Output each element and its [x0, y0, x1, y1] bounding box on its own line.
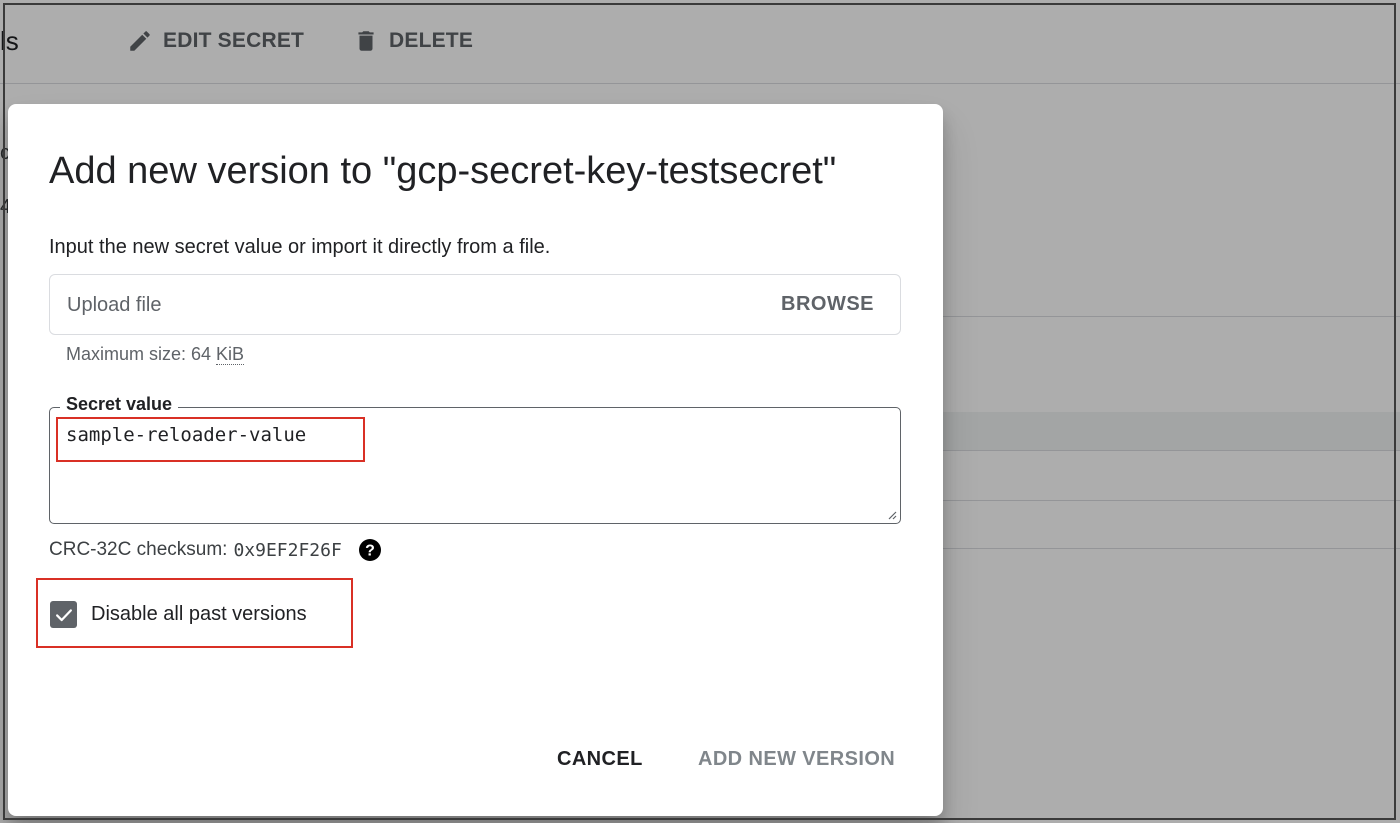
resize-handle-icon[interactable]	[885, 508, 897, 520]
secret-value-textarea[interactable]: sample-reloader-value	[49, 407, 901, 524]
disable-past-versions-row[interactable]: Disable all past versions	[50, 601, 307, 628]
upload-file-field[interactable]: Upload file BROWSE	[49, 274, 901, 335]
add-version-dialog: Add new version to "gcp-secret-key-tests…	[8, 104, 943, 816]
secret-value-label: Secret value	[60, 394, 179, 415]
browse-button[interactable]: BROWSE	[781, 293, 874, 316]
svg-text:?: ?	[365, 543, 375, 560]
dialog-description: Input the new secret value or import it …	[49, 236, 551, 258]
checksum-value: 0x9EF2F26F	[233, 539, 342, 561]
help-circle-icon[interactable]: ?	[358, 538, 382, 562]
disable-past-versions-checkbox[interactable]	[50, 601, 77, 628]
checksum-row: CRC-32C checksum: 0x9EF2F26F ?	[49, 538, 382, 562]
max-size-unit: KiB	[216, 344, 245, 365]
checkmark-icon	[55, 608, 72, 621]
upload-file-placeholder: Upload file	[67, 294, 162, 316]
cancel-button[interactable]: CANCEL	[557, 748, 643, 771]
checksum-label: CRC-32C checksum:	[49, 539, 228, 560]
disable-past-versions-label: Disable all past versions	[91, 603, 307, 625]
secret-value-text: sample-reloader-value	[66, 424, 307, 446]
max-size-hint: Maximum size: 64 KiB	[66, 344, 245, 365]
max-size-text: Maximum size: 64	[66, 344, 217, 364]
add-new-version-button[interactable]: ADD NEW VERSION	[698, 748, 895, 771]
dialog-title: Add new version to "gcp-secret-key-tests…	[49, 150, 837, 192]
